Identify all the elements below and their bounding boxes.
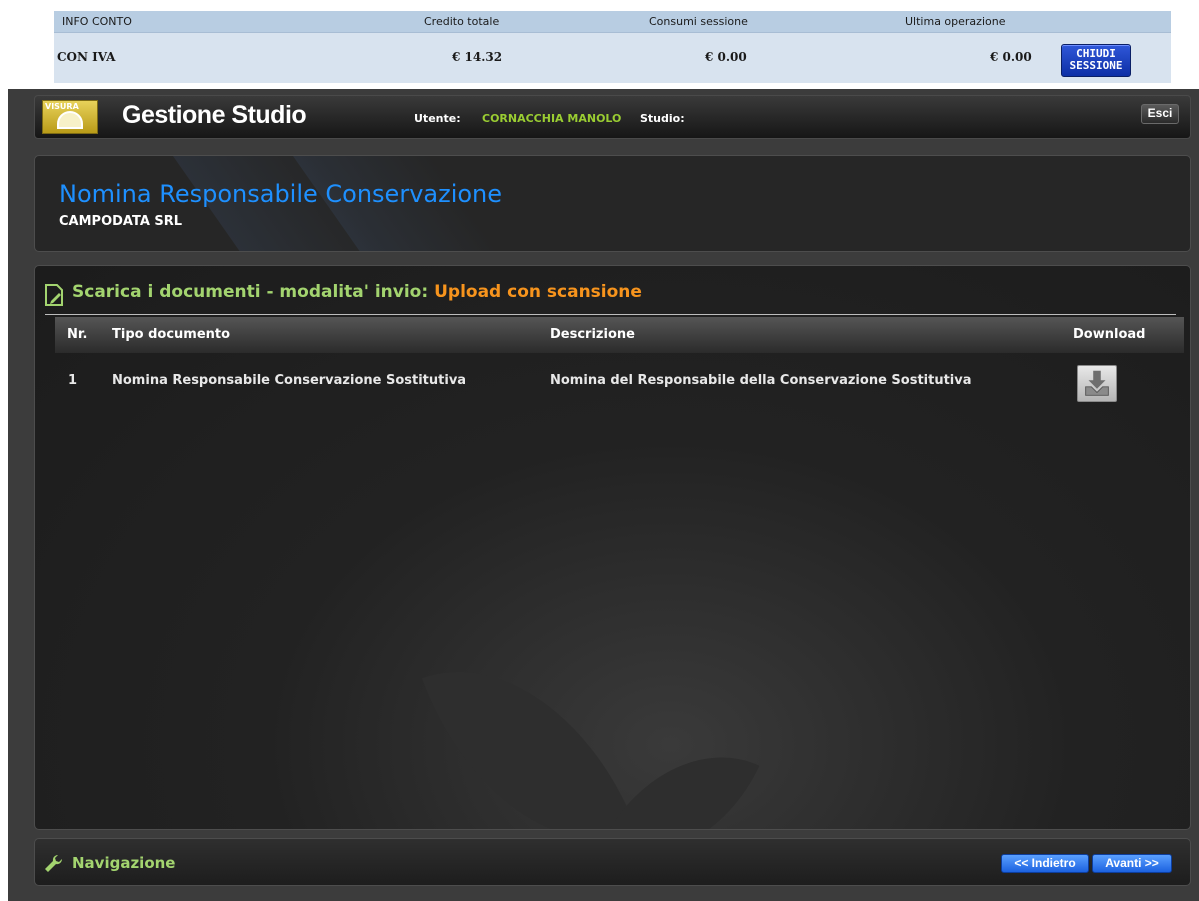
session-usage-value: € 0.00 [705,50,747,64]
wrench-icon [45,854,63,872]
column-document-type: Tipo documento [112,327,231,342]
account-info-bar: INFO CONTO Credito totale Consumi sessio… [54,11,1171,83]
row-description: Nomina del Responsabile della Conservazi… [550,373,972,388]
download-button[interactable] [1077,365,1117,402]
last-operation-header: Ultima operazione [905,15,1006,28]
vat-label: CON IVA [57,50,116,64]
title-panel: Nomina Responsabile Conservazione CAMPOD… [34,155,1191,252]
close-session-button[interactable]: CHIUDI SESSIONE [1061,44,1131,77]
leaf-watermark [600,719,760,829]
account-info-header: INFO CONTO Credito totale Consumi sessio… [54,11,1171,33]
info-conto-label: INFO CONTO [62,15,132,28]
app-title: Gestione Studio [122,101,307,129]
visura-logo: VISURA [42,100,98,134]
session-usage-header: Consumi sessione [649,15,748,28]
logo-text: VISURA [45,102,79,111]
documents-heading: Scarica i documenti - modalita' invio: U… [72,282,642,302]
navigation-panel: Navigazione << Indietro Avanti >> [34,838,1191,886]
row-document-type: Nomina Responsabile Conservazione Sostit… [112,373,467,388]
app-frame: VISURA Gestione Studio Utente: CORNACCHI… [8,89,1199,901]
column-nr: Nr. [67,327,88,342]
divider [45,314,1176,315]
company-name: CAMPODATA SRL [59,214,183,229]
documents-heading-text: Scarica i documenti - modalita' invio: [72,282,429,302]
last-operation-value: € 0.00 [990,50,1032,64]
download-tray-icon [1085,370,1109,396]
column-download: Download [1073,327,1146,342]
user-label: Utente: [414,112,461,125]
close-session-label-2: SESSIONE [1069,59,1123,72]
documents-table-header: Nr. Tipo documento Descrizione Download [55,317,1184,353]
studio-label: Studio: [640,112,685,125]
page-title: Nomina Responsabile Conservazione [59,180,503,208]
credit-total-value: € 14.32 [452,50,503,64]
back-button[interactable]: << Indietro [1001,854,1089,873]
next-button[interactable]: Avanti >> [1092,854,1172,873]
row-number: 1 [68,373,78,388]
upload-mode: Upload con scansione [434,282,642,302]
documents-panel: Scarica i documenti - modalita' invio: U… [34,265,1191,830]
leaf-watermark [421,626,639,829]
top-bar: VISURA Gestione Studio Utente: CORNACCHI… [34,95,1191,139]
user-name: CORNACCHIA MANOLO [482,112,622,125]
sun-icon [57,111,83,129]
credit-total-header: Credito totale [424,15,500,28]
column-description: Descrizione [550,327,635,342]
edit-document-icon [45,284,63,306]
navigation-label: Navigazione [72,854,176,872]
exit-button[interactable]: Esci [1141,104,1179,124]
